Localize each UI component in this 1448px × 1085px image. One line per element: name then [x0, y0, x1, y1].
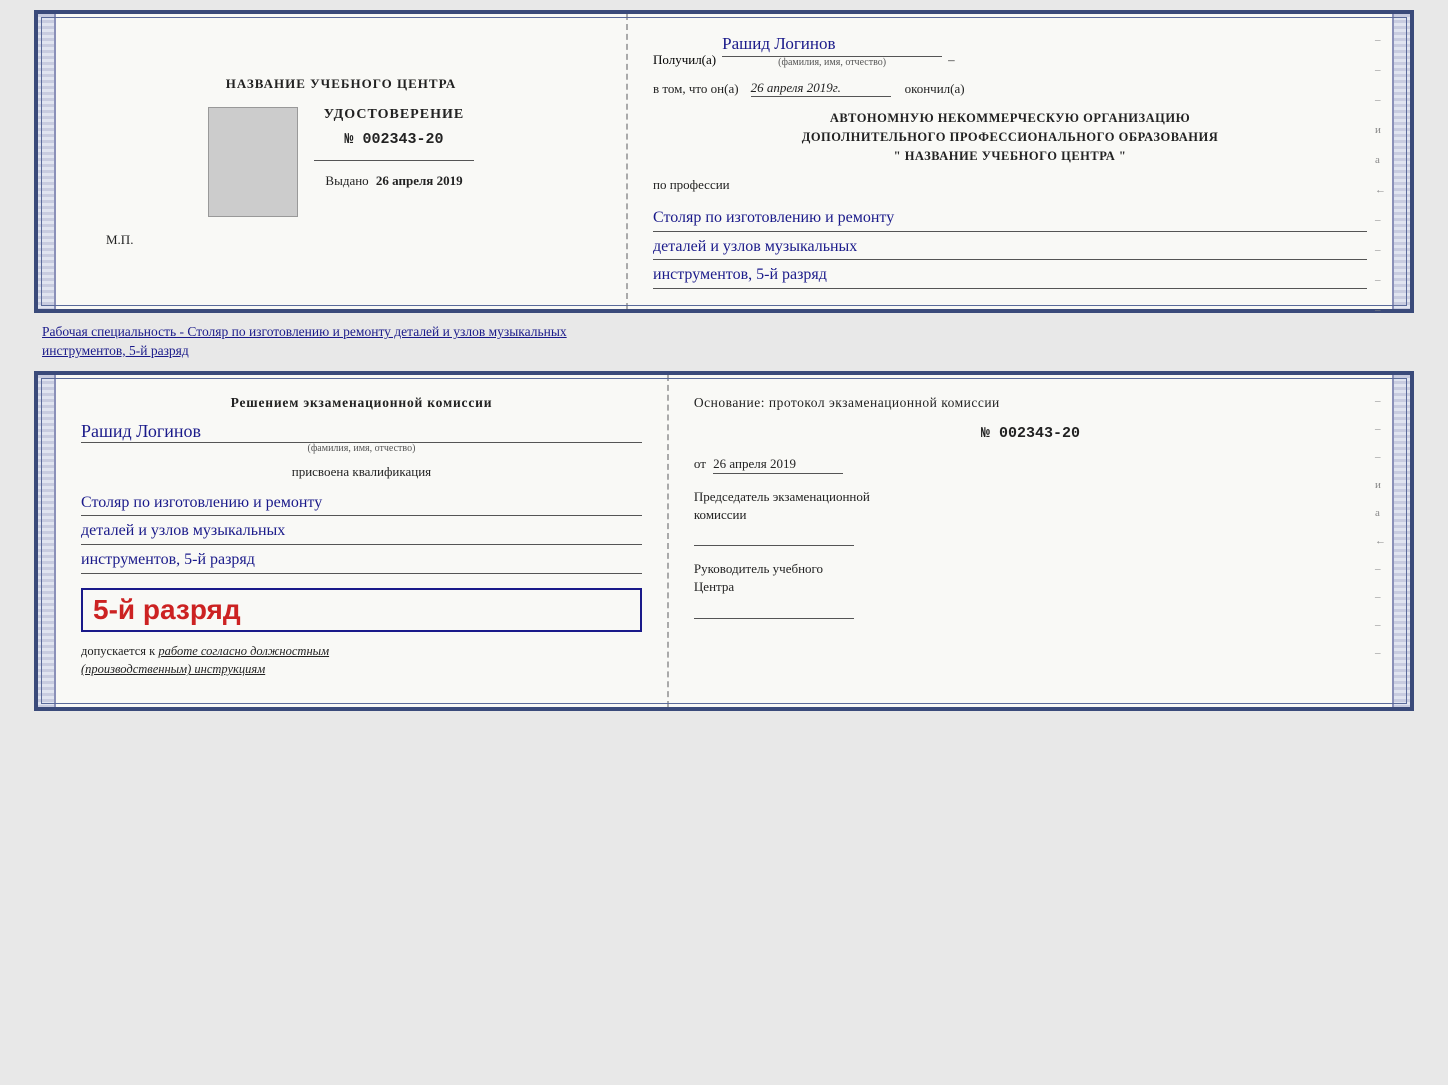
razryad-box: 5-й разряд — [81, 588, 642, 632]
document-container: НАЗВАНИЕ УЧЕБНОГО ЦЕНТРА УДОСТОВЕРЕНИЕ №… — [34, 10, 1414, 711]
org-line2: ДОПОЛНИТЕЛЬНОГО ПРОФЕССИОНАЛЬНОГО ОБРАЗО… — [653, 128, 1367, 147]
chairman-block: Председатель экзаменационной комиссии — [694, 488, 1367, 546]
spine-left — [38, 14, 56, 309]
udostoverenie-label: УДОСТОВЕРЕНИЕ — [324, 107, 464, 123]
dopusk-italic2: (производственным) инструкциям — [81, 662, 265, 676]
ot-date-value: 26 апреля 2019 — [713, 456, 843, 474]
top-cert-right: Получил(а) Рашид Логинов (фамилия, имя, … — [628, 14, 1392, 309]
chairman-sig-line — [694, 528, 854, 546]
proto-number: № 002343-20 — [694, 425, 1367, 442]
tsentra-label: Центра — [694, 579, 734, 594]
dopusk-label: допускается к — [81, 644, 155, 658]
right-dashes-bottom: – – – и а ← – – – – — [1375, 395, 1386, 659]
top-certificate: НАЗВАНИЕ УЧЕБНОГО ЦЕНТРА УДОСТОВЕРЕНИЕ №… — [34, 10, 1414, 313]
recipient-name: Рашид Логинов — [722, 34, 942, 57]
predsedatel-label: Председатель экзаменационной — [694, 489, 870, 504]
dash-symbol: – — [948, 52, 955, 68]
bottom-cert-left: Решением экзаменационной комиссии Рашид … — [56, 375, 669, 707]
issued-label: Выдано — [325, 173, 368, 188]
divider-line — [314, 160, 474, 161]
resheniem-text: Решением экзаменационной комиссии — [81, 395, 642, 411]
ot-date-line: от 26 апреля 2019 — [694, 456, 1367, 474]
osnovanie-text: Основание: протокол экзаменационной коми… — [694, 395, 1367, 411]
vtom-label: в том, что он(а) — [653, 81, 739, 97]
mp-label: М.П. — [106, 232, 133, 248]
middle-text-line1: Рабочая специальность - Столяр по изгото… — [42, 324, 567, 339]
recipient-row: Получил(а) Рашид Логинов (фамилия, имя, … — [653, 34, 1367, 68]
profession-block: Столяр по изготовлению и ремонту деталей… — [653, 205, 1367, 289]
kvalif-line1: Столяр по изготовлению и ремонту — [81, 490, 642, 517]
prisvoena-text: присвоена квалификация — [81, 464, 642, 480]
issued-line: Выдано 26 апреля 2019 — [325, 173, 462, 189]
qualification-block: Столяр по изготовлению и ремонту деталей… — [81, 490, 642, 574]
kvalif-line2: деталей и узлов музыкальных — [81, 518, 642, 545]
prof-line1: Столяр по изготовлению и ремонту — [653, 205, 1367, 232]
org-line3: " НАЗВАНИЕ УЧЕБНОГО ЦЕНТРА " — [653, 147, 1367, 166]
org-name-label: НАЗВАНИЕ УЧЕБНОГО ЦЕНТРА — [226, 76, 457, 92]
vtom-line: в том, что он(а) 26 апреля 2019г. окончи… — [653, 80, 1367, 97]
prof-line2: деталей и узлов музыкальных — [653, 234, 1367, 261]
right-dashes-top: – – – и а ← – – – – — [1375, 34, 1386, 316]
poluchil-label: Получил(а) — [653, 52, 716, 68]
photo-placeholder — [208, 107, 298, 217]
middle-text: Рабочая специальность - Столяр по изгото… — [34, 319, 1414, 365]
issued-date: 26 апреля 2019 — [376, 173, 463, 188]
bottom-certificate: Решением экзаменационной комиссии Рашид … — [34, 371, 1414, 711]
bottom-cert-right: Основание: протокол экзаменационной коми… — [669, 375, 1392, 707]
dopuskaetsya-block: допускается к работе согласно должностны… — [81, 642, 642, 680]
spine-right — [1392, 14, 1410, 309]
prof-line3: инструментов, 5-й разряд — [653, 262, 1367, 289]
kvalif-line3: инструментов, 5-й разряд — [81, 547, 642, 574]
spine-right-bottom — [1392, 375, 1410, 707]
chairman-title: Председатель экзаменационной комиссии — [694, 488, 1367, 524]
razryad-big-text: 5-й разряд — [93, 594, 630, 626]
fio-name-line: Рашид Логинов (фамилия, имя, отчество) — [722, 34, 942, 68]
komissia-person-name: Рашид Логинов — [81, 421, 642, 443]
rukovoditel-block: Руководитель учебного Центра — [694, 560, 1367, 618]
rukovoditel-sig-line — [694, 601, 854, 619]
middle-text-line2: инструментов, 5-й разряд — [42, 343, 189, 358]
rukovoditel-label: Руководитель учебного — [694, 561, 823, 576]
okonchil-label: окончил(а) — [905, 81, 965, 97]
dopusk-italic1: работе согласно должностным — [158, 644, 329, 658]
ot-label: от — [694, 456, 706, 471]
top-cert-left: НАЗВАНИЕ УЧЕБНОГО ЦЕНТРА УДОСТОВЕРЕНИЕ №… — [56, 14, 628, 309]
org-line1: АВТОНОМНУЮ НЕКОММЕРЧЕСКУЮ ОРГАНИЗАЦИЮ — [653, 109, 1367, 128]
spine-left-bottom — [38, 375, 56, 707]
bottom-fio-name: Рашид Логинов (фамилия, имя, отчество) — [81, 421, 642, 454]
vtom-date: 26 апреля 2019г. — [751, 80, 891, 97]
komissii-label: комиссии — [694, 507, 747, 522]
cert-middle-section: УДОСТОВЕРЕНИЕ № 002343-20 Выдано 26 апре… — [314, 107, 474, 189]
fio-hint-top: (фамилия, имя, отчество) — [778, 57, 886, 68]
po-professii: по профессии — [653, 177, 1367, 193]
fio-hint-bottom: (фамилия, имя, отчество) — [308, 443, 416, 454]
rukovoditel-title: Руководитель учебного Центра — [694, 560, 1367, 596]
cert-number: № 002343-20 — [344, 131, 443, 148]
org-block: АВТОНОМНУЮ НЕКОММЕРЧЕСКУЮ ОРГАНИЗАЦИЮ ДО… — [653, 109, 1367, 165]
